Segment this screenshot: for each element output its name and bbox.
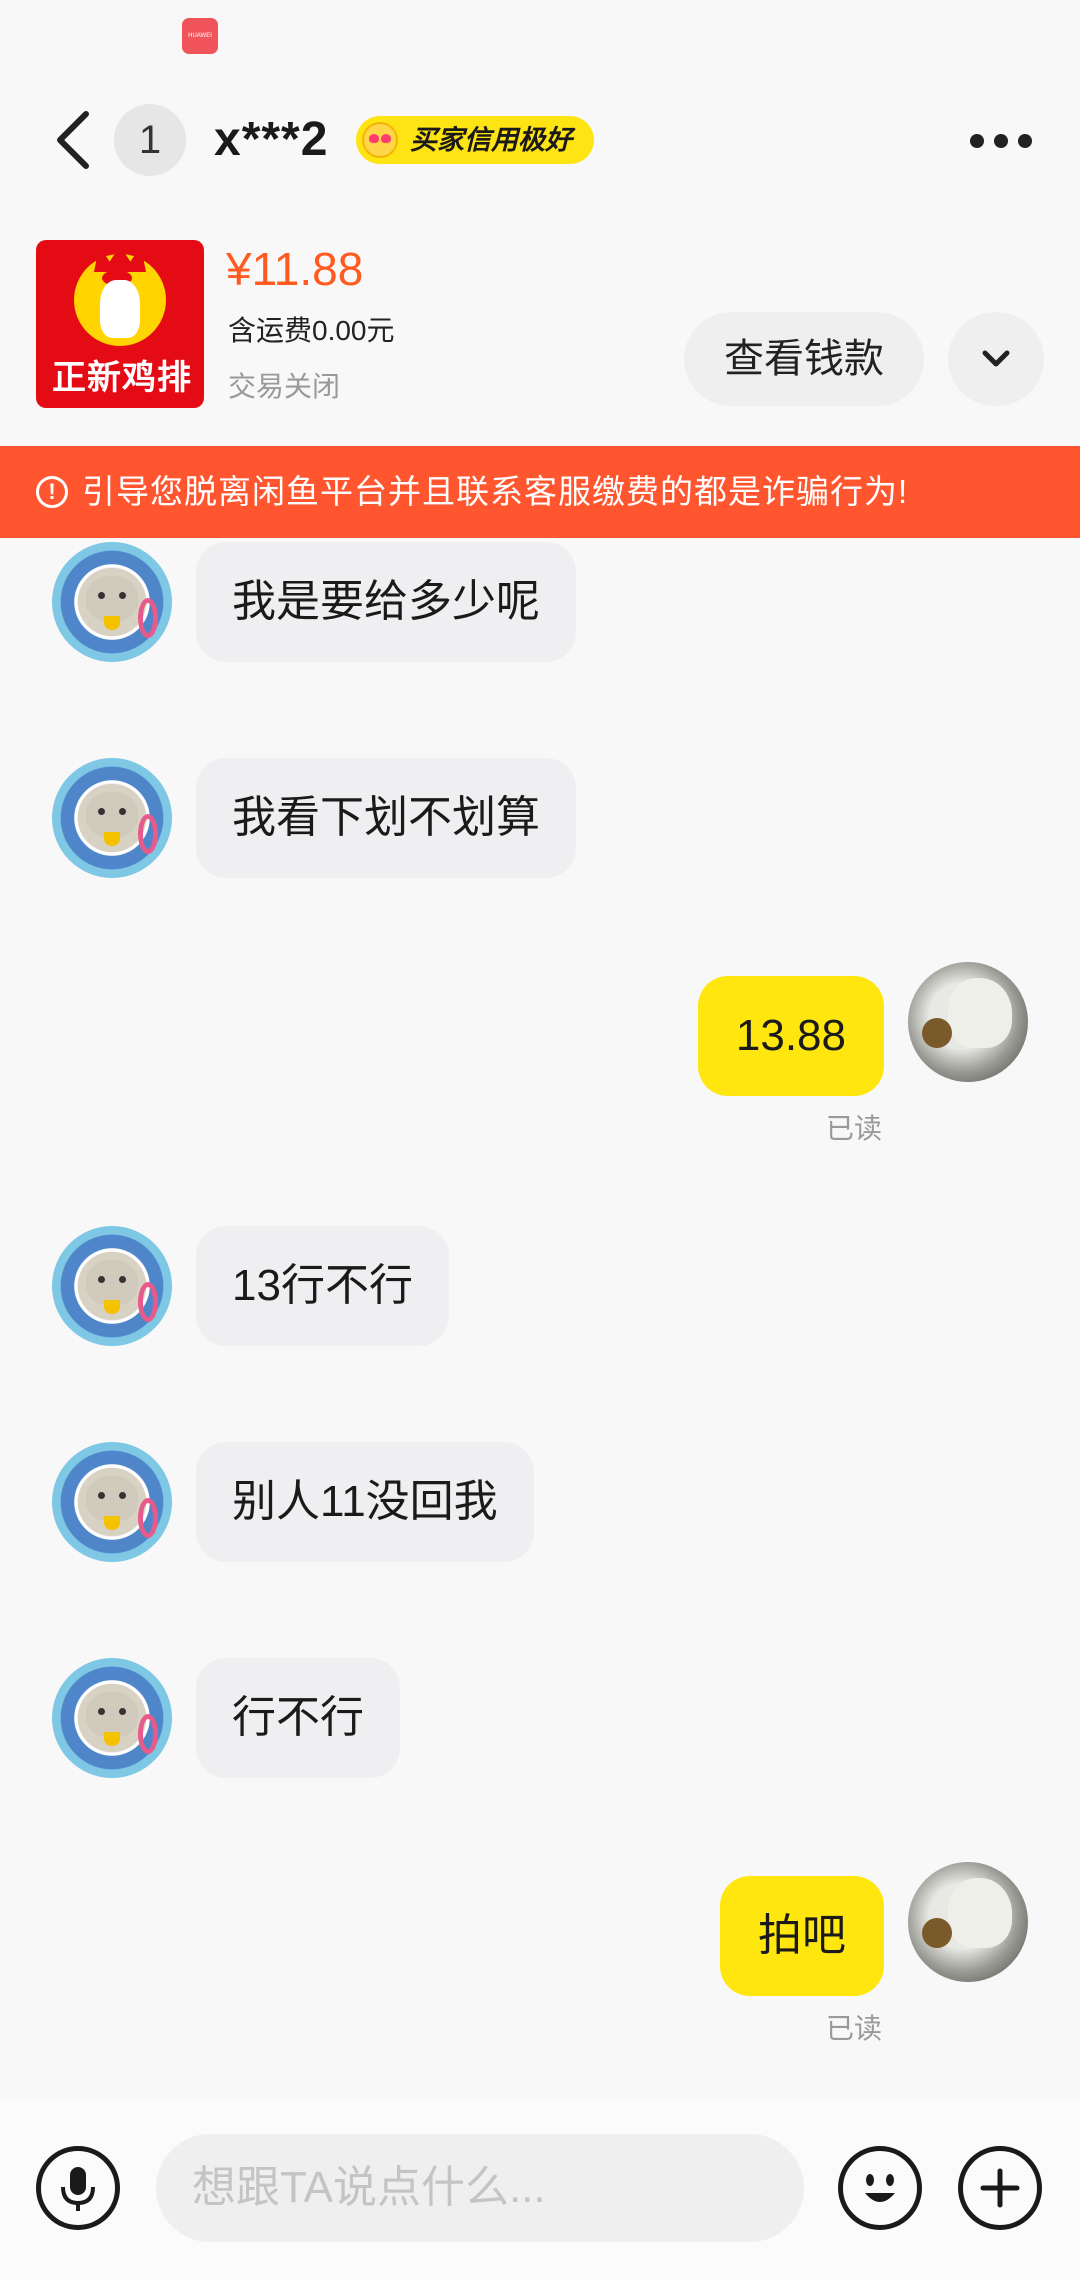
product-thumbnail[interactable]: 正新鸡排 xyxy=(36,240,204,408)
fraud-warning-banner: ! 引导您脱离闲鱼平台并且联系客服缴费的都是诈骗行为! xyxy=(0,446,1080,538)
status-logo-text: HUAWEI xyxy=(188,33,212,39)
chick-shape xyxy=(922,1018,952,1048)
smiley-icon xyxy=(865,2174,895,2202)
seller-avatar[interactable] xyxy=(52,1226,172,1346)
back-button[interactable] xyxy=(48,108,98,172)
message-bubble[interactable]: 13行不行 xyxy=(196,1226,449,1346)
status-bar: HUAWEI xyxy=(0,0,1080,70)
seller-avatar[interactable] xyxy=(52,1442,172,1562)
plus-icon xyxy=(980,2168,1020,2208)
view-payment-button[interactable]: 查看钱款 xyxy=(684,312,924,406)
more-dot-icon xyxy=(994,134,1008,148)
heart-eyes-emoji-icon xyxy=(362,122,398,158)
trade-status: 交易关闭 xyxy=(228,371,341,402)
cat-mouth-shape xyxy=(104,832,120,846)
cat-mouth-shape xyxy=(104,1516,120,1530)
chick-shape xyxy=(922,1918,952,1948)
read-receipt: 已读 xyxy=(826,2013,883,2044)
chat-input-bar xyxy=(0,2100,1080,2280)
rooster-head-shape xyxy=(100,280,140,338)
warning-icon: ! xyxy=(36,476,68,508)
cat-mouth-shape xyxy=(104,1732,120,1746)
microphone-icon xyxy=(61,2167,95,2211)
headset-shape xyxy=(138,1282,158,1322)
headset-shape xyxy=(138,598,158,638)
thumbnail-brand-text: 正新鸡排 xyxy=(52,359,192,397)
chevron-left-icon xyxy=(57,111,89,169)
crown-icon xyxy=(94,246,146,272)
read-receipt: 已读 xyxy=(826,1113,883,1144)
chat-header: 1 x***2 买家信用极好 xyxy=(0,90,1080,190)
expand-button[interactable] xyxy=(948,312,1044,406)
product-price: ¥11.88 xyxy=(226,243,364,295)
message-bubble[interactable]: 拍吧 xyxy=(720,1876,884,1996)
seller-avatar[interactable] xyxy=(52,758,172,878)
message-bubble[interactable]: 13.88 xyxy=(697,976,884,1096)
seller-avatar[interactable] xyxy=(52,1658,172,1778)
more-dot-icon xyxy=(970,134,984,148)
polar-bear-shape xyxy=(948,978,1012,1048)
voice-input-button[interactable] xyxy=(36,2146,120,2230)
message-bubble[interactable]: 我是要给多少呢 xyxy=(196,542,576,662)
more-actions-button[interactable] xyxy=(958,2146,1042,2230)
seller-avatar[interactable] xyxy=(52,542,172,662)
cat-mouth-shape xyxy=(104,1300,120,1314)
shipping-fee: 含运费0.00元 xyxy=(228,315,395,346)
more-dot-icon xyxy=(1018,134,1032,148)
message-bubble[interactable]: 行不行 xyxy=(196,1658,400,1778)
headset-shape xyxy=(138,1498,158,1538)
credit-badge[interactable]: 买家信用极好 xyxy=(356,116,594,164)
message-bubble[interactable]: 别人11没回我 xyxy=(196,1442,534,1562)
huawei-logo-icon: HUAWEI xyxy=(182,18,218,54)
contact-name[interactable]: x***2 xyxy=(214,112,328,168)
cat-mouth-shape xyxy=(104,616,120,630)
product-card[interactable]: 正新鸡排 ¥11.88 含运费0.00元 交易关闭 查看钱款 xyxy=(0,230,1080,410)
warning-text: 引导您脱离闲鱼平台并且联系客服缴费的都是诈骗行为! xyxy=(82,473,909,510)
message-input[interactable] xyxy=(156,2134,804,2242)
polar-bear-shape xyxy=(948,1878,1012,1948)
chevron-down-icon xyxy=(982,350,1010,367)
credit-badge-label: 买家信用极好 xyxy=(410,125,572,155)
my-avatar[interactable] xyxy=(908,962,1028,1082)
my-avatar[interactable] xyxy=(908,1862,1028,1982)
headset-shape xyxy=(138,814,158,854)
headset-shape xyxy=(138,1714,158,1754)
more-options-button[interactable] xyxy=(966,120,1036,160)
message-bubble[interactable]: 我看下划不划算 xyxy=(196,758,576,878)
unread-count-badge[interactable]: 1 xyxy=(114,104,186,176)
emoji-button[interactable] xyxy=(838,2146,922,2230)
